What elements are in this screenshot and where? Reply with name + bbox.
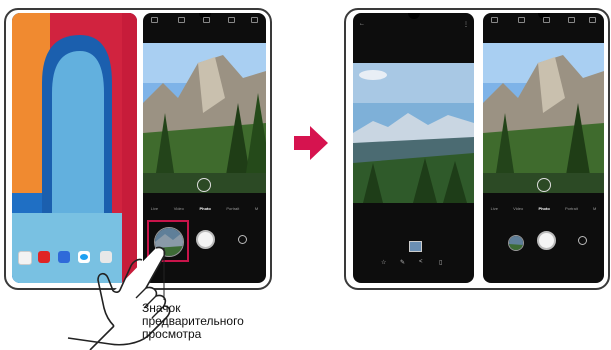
flash-icon[interactable] — [151, 17, 158, 23]
star-icon[interactable]: ☆ — [381, 259, 386, 266]
thumbnail-image — [509, 236, 523, 250]
flash-icon[interactable] — [491, 17, 498, 23]
camera-preview[interactable] — [483, 43, 604, 193]
tab-video[interactable]: Video — [513, 206, 523, 211]
camera-mode-tabs: Live Video Photo Portrait M — [483, 206, 604, 211]
zoom-indicator[interactable] — [197, 178, 211, 192]
zoom-indicator[interactable] — [537, 178, 551, 192]
more-icon[interactable]: ⋮ — [463, 21, 469, 28]
hdr-icon[interactable] — [228, 17, 235, 23]
settings-icon[interactable] — [518, 17, 525, 23]
callout-leader-line — [163, 248, 165, 300]
tab-live[interactable]: Live — [151, 206, 158, 211]
shutter-button[interactable] — [537, 231, 556, 250]
settings-icon[interactable] — [178, 17, 185, 23]
gallery-thumbnail[interactable] — [409, 241, 422, 252]
timer-icon[interactable] — [203, 17, 210, 23]
tab-photo[interactable]: Photo — [538, 206, 549, 211]
preview-icon-label-line3: просмотра — [142, 327, 202, 341]
tab-portrait[interactable]: Portrait — [565, 206, 578, 211]
tab-live[interactable]: Live — [491, 206, 498, 211]
gallery-screen: ← ⋮ ☆ ✎ < ▯ — [353, 13, 474, 283]
camera-mode-tabs: Live Video Photo Portrait M — [143, 206, 266, 211]
camera-preview[interactable] — [143, 43, 266, 193]
pencil-icon[interactable]: ✎ — [400, 259, 405, 266]
switch-camera-icon[interactable] — [238, 235, 247, 244]
right-arrow-icon — [294, 126, 328, 160]
messages-app-icon[interactable] — [18, 251, 32, 265]
gear-icon[interactable] — [251, 17, 258, 23]
camera-screen-right: Live Video Photo Portrait M — [483, 13, 604, 283]
youtube-app-icon[interactable] — [38, 251, 50, 263]
timer-icon[interactable] — [543, 17, 550, 23]
share-icon[interactable]: < — [419, 259, 423, 265]
tab-more[interactable]: M — [255, 206, 258, 211]
shutter-button[interactable] — [196, 230, 215, 249]
trash-icon[interactable]: ▯ — [439, 259, 442, 266]
tab-portrait[interactable]: Portrait — [226, 206, 239, 211]
hdr-icon[interactable] — [568, 17, 575, 23]
switch-camera-icon[interactable] — [578, 236, 587, 245]
gear-icon[interactable] — [589, 17, 596, 23]
back-arrow-icon[interactable]: ← — [359, 21, 365, 27]
gallery-photo — [353, 63, 474, 203]
tab-photo[interactable]: Photo — [199, 206, 210, 211]
camera-notch — [407, 13, 420, 19]
preview-thumbnail[interactable] — [508, 235, 524, 251]
tab-video[interactable]: Video — [174, 206, 184, 211]
tab-more[interactable]: M — [593, 206, 596, 211]
